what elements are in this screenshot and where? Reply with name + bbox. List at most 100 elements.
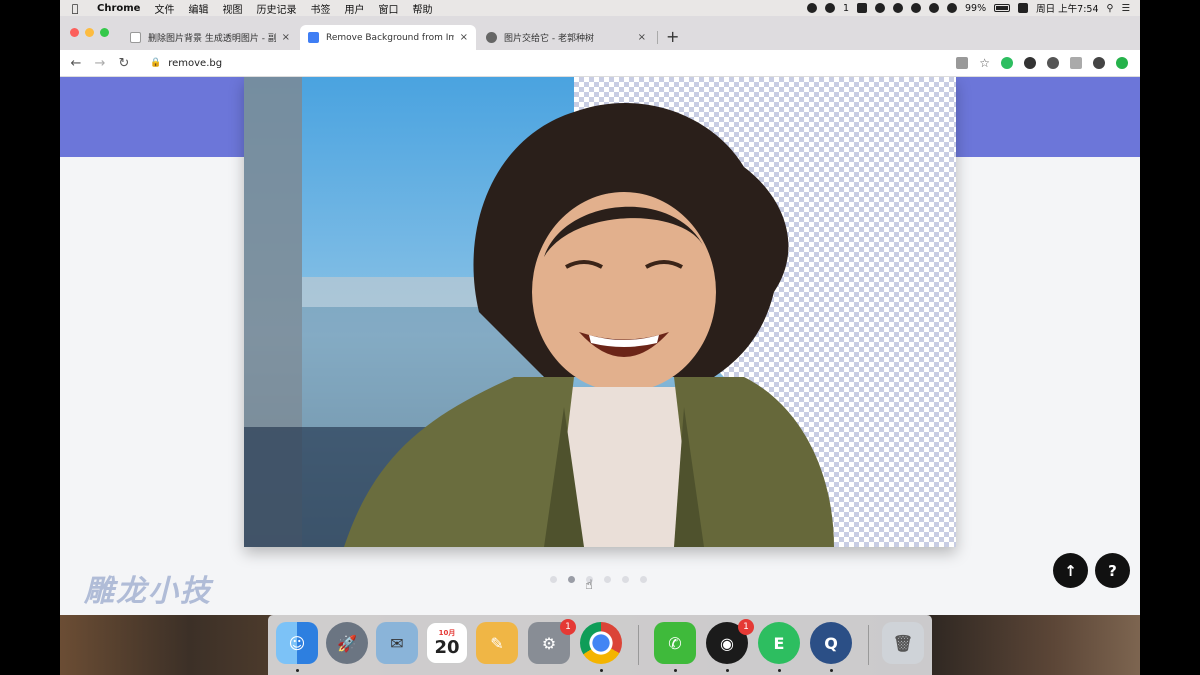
carousel-dot[interactable] (640, 576, 647, 583)
calendar-month: 10月 (438, 628, 456, 637)
screen:  Chrome 文件 编辑 视图 历史记录 书签 用户 窗口 帮助 1 99%… (0, 0, 1200, 675)
record-icon[interactable] (806, 3, 817, 13)
finder-icon[interactable]: ☺ (276, 622, 318, 664)
battery-icon[interactable] (994, 4, 1011, 12)
tab-divider (657, 31, 658, 44)
mail-stamp-icon[interactable]: ✉ (376, 622, 418, 664)
extension-icon[interactable] (1024, 57, 1036, 69)
tab-removebg-cn[interactable]: 删除图片背景 生成透明图片 - 副 × (122, 25, 298, 50)
photo-illustration (244, 77, 834, 547)
translate-icon[interactable] (956, 57, 969, 69)
qq-icon[interactable]: ◉ 1 (706, 619, 754, 664)
menu-file[interactable]: 文件 (147, 1, 181, 16)
battery-percent: 99% (965, 2, 987, 14)
tab-removebg[interactable]: Remove Background from Ima × (300, 25, 476, 50)
bookmark-star-icon[interactable]: ☆ (979, 57, 990, 69)
status-area: 1 99% 周日 上午7:54 ⚲ ☰ (806, 1, 1140, 15)
zoom-window-button[interactable] (100, 28, 109, 37)
evernote-icon[interactable] (893, 3, 904, 13)
evernote-icon[interactable]: E (758, 622, 800, 664)
wifi-icon[interactable] (947, 3, 958, 13)
apple-menu-icon[interactable]:  (60, 2, 90, 15)
back-button[interactable]: ← (64, 56, 88, 71)
extension-area: ☆ (956, 57, 1140, 69)
notification-icon[interactable] (824, 3, 835, 13)
close-window-button[interactable] (70, 28, 79, 37)
help-button[interactable]: ? (1095, 553, 1130, 588)
minimize-window-button[interactable] (85, 28, 94, 37)
trash-icon[interactable]: 🗑 (882, 622, 924, 664)
menu-bookmarks[interactable]: 书签 (303, 1, 337, 16)
page-content: 雕龙小技 ☝ ↑ ? (60, 77, 1140, 615)
calendar-day: 20 (434, 636, 460, 658)
evernote-extension-icon[interactable] (1001, 57, 1013, 69)
running-indicator (726, 669, 729, 672)
running-indicator (600, 669, 603, 672)
tab-favicon-icon (308, 32, 319, 43)
carousel-dot[interactable] (550, 576, 557, 583)
vectorworks-icon[interactable] (857, 3, 868, 13)
quicktime-icon[interactable]: Q (810, 622, 852, 664)
tab-title: 删除图片背景 生成透明图片 - 副 (148, 34, 276, 44)
browser-toolbar: ← → ↻ 🔒 remove.bg ☆ (60, 50, 1140, 77)
a-circle-icon[interactable] (875, 3, 886, 13)
dock: ☺ 🚀 ✉ 10月 20 ✎ ⚙ 1 ✆ ◉ 1 E Q 🗑 (268, 615, 932, 675)
menu-window[interactable]: 窗口 (371, 1, 405, 16)
globe-icon (486, 32, 497, 43)
dock-separator (868, 625, 869, 665)
menu-help[interactable]: 帮助 (405, 1, 439, 16)
launchpad-icon[interactable]: 🚀 (326, 622, 368, 664)
running-indicator (778, 669, 781, 672)
tab-close-icon[interactable]: × (282, 32, 290, 43)
extension-green-icon[interactable] (1116, 57, 1128, 69)
profile-avatar[interactable] (1093, 57, 1105, 69)
menu-view[interactable]: 视图 (215, 1, 249, 16)
notification-center-icon[interactable]: ☰ (1121, 3, 1130, 14)
spotlight-icon[interactable]: ⚲ (1107, 3, 1114, 14)
menubar-clock[interactable]: 周日 上午7:54 (1036, 1, 1098, 15)
wechat-icon[interactable]: ✆ (654, 622, 696, 664)
extension-s-icon[interactable] (1047, 57, 1059, 69)
notification-badge: 1 (738, 619, 754, 635)
tab-laoguo[interactable]: 图片交给它 - 老郭种树 × (478, 25, 654, 50)
browser-window: 删除图片背景 生成透明图片 - 副 × Remove Background fr… (60, 16, 1140, 615)
menu-app-name[interactable]: Chrome (90, 3, 147, 14)
wechat-icon[interactable] (911, 3, 922, 13)
reload-button[interactable]: ↻ (112, 56, 136, 71)
chrome-icon[interactable] (580, 622, 622, 664)
running-indicator (296, 669, 299, 672)
running-indicator (830, 669, 833, 672)
mac-menubar:  Chrome 文件 编辑 视图 历史记录 书签 用户 窗口 帮助 1 99%… (60, 0, 1140, 16)
menu-history[interactable]: 历史记录 (249, 1, 303, 16)
running-indicator (674, 669, 677, 672)
notification-badge: 1 (560, 619, 576, 635)
watermark-text: 雕龙小技 (84, 574, 212, 609)
forward-button[interactable]: → (88, 56, 112, 71)
tab-title: 图片交给它 - 老郭种树 (504, 34, 594, 44)
tab-strip: 删除图片背景 生成透明图片 - 副 × Remove Background fr… (60, 16, 1140, 50)
result-image (244, 77, 956, 547)
carousel-dot[interactable] (622, 576, 629, 583)
lock-icon[interactable]: 🔒 (150, 58, 161, 68)
tab-title: Remove Background from Ima (326, 32, 454, 43)
input-source-icon[interactable] (1018, 3, 1029, 13)
qq-icon[interactable] (929, 3, 940, 13)
calendar-icon[interactable]: 10月 20 (426, 622, 468, 664)
notification-count: 1 (842, 2, 850, 14)
menu-edit[interactable]: 编辑 (181, 1, 215, 16)
system-preferences-icon[interactable]: ⚙ 1 (528, 619, 576, 664)
tab-close-icon[interactable]: × (460, 32, 468, 43)
tab-close-icon[interactable]: × (638, 32, 646, 43)
scroll-top-button[interactable]: ↑ (1053, 553, 1088, 588)
address-bar[interactable]: remove.bg (168, 58, 222, 69)
tab-favicon-icon (130, 32, 141, 43)
hand-cursor-icon: ☝ (585, 578, 593, 593)
pages-icon[interactable]: ✎ (476, 622, 518, 664)
new-tab-button[interactable]: + (666, 27, 679, 46)
carousel-dot[interactable] (604, 576, 611, 583)
extension-grid-icon[interactable] (1070, 57, 1082, 69)
carousel-dots (550, 576, 647, 583)
dock-separator (638, 625, 639, 665)
carousel-dot-active[interactable] (568, 576, 575, 583)
menu-people[interactable]: 用户 (337, 1, 371, 16)
